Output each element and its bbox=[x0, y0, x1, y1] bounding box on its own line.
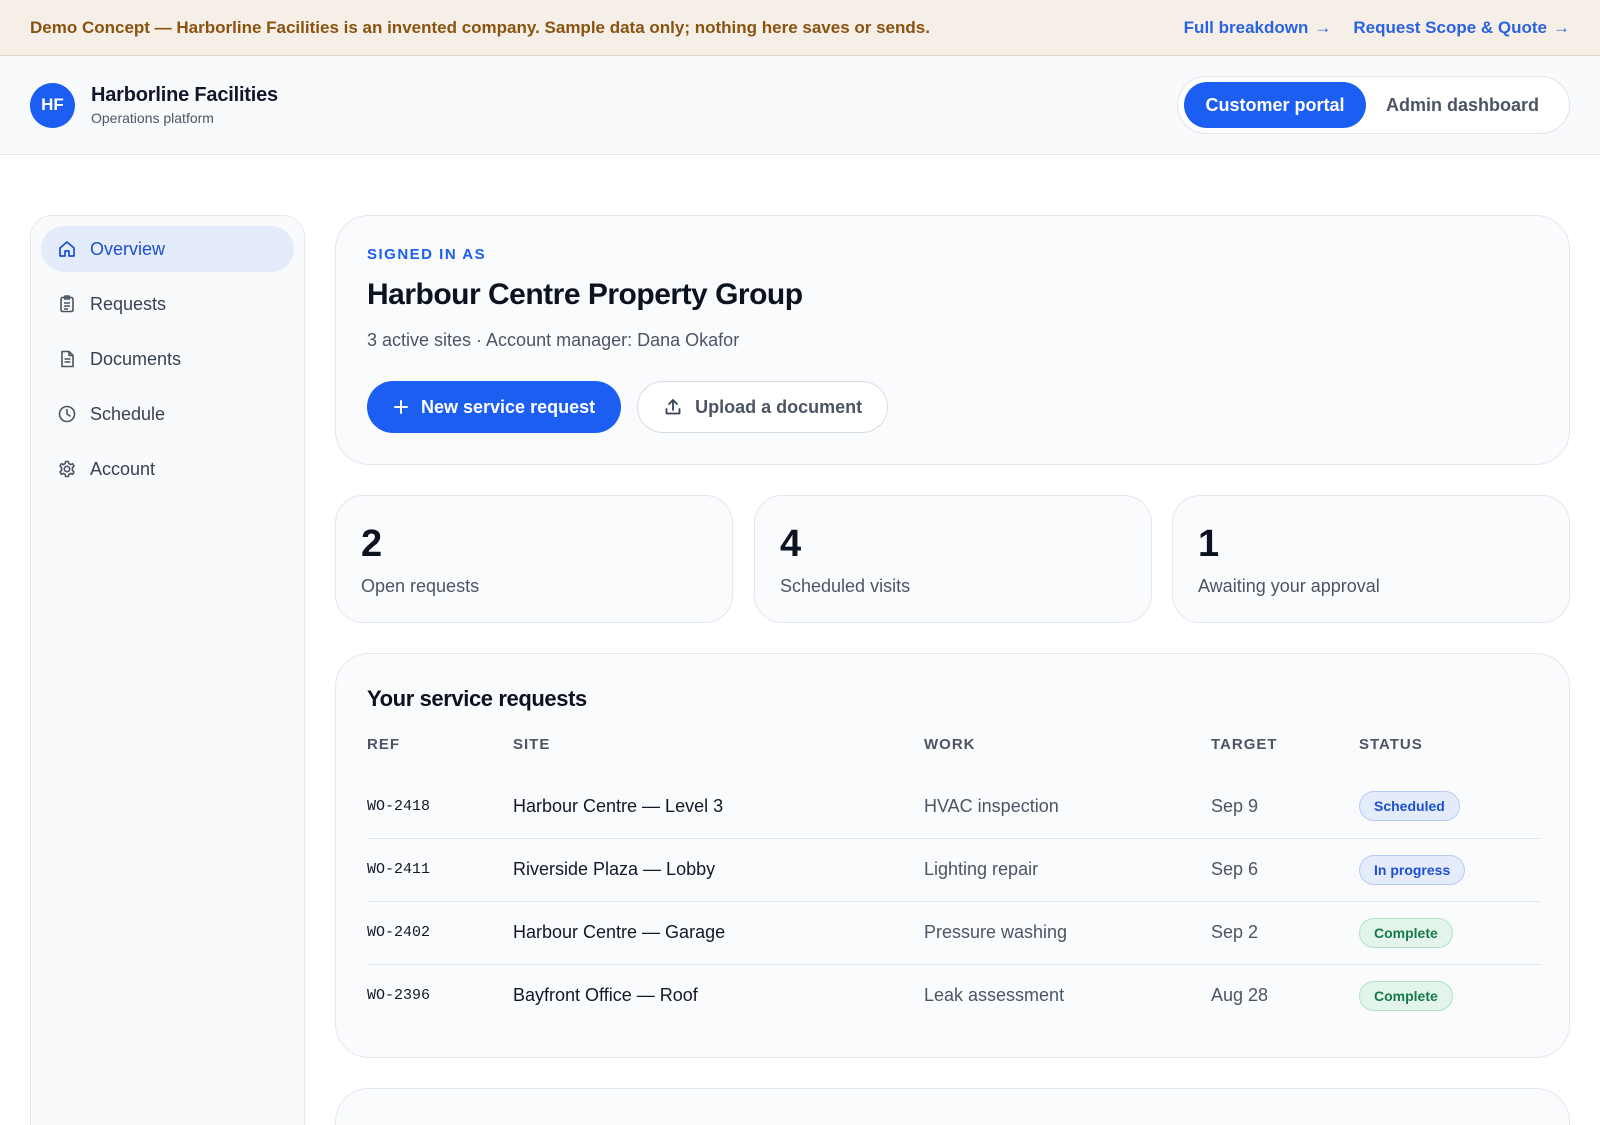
stat-scheduled-visits: 4 Scheduled visits bbox=[754, 495, 1152, 623]
request-target: Aug 28 bbox=[1211, 985, 1269, 1006]
table-header-row: REF SITE WORK TARGET STATUS bbox=[367, 736, 1541, 775]
status-badge: Scheduled bbox=[1359, 791, 1460, 822]
column-header-target: TARGET bbox=[1211, 736, 1278, 753]
request-status-cell: Complete bbox=[1359, 901, 1541, 965]
new-service-request-label: New service request bbox=[421, 396, 596, 417]
signed-in-label: SIGNED IN AS bbox=[367, 246, 487, 263]
request-work: HVAC inspection bbox=[924, 775, 1211, 839]
column-header-site: SITE bbox=[513, 736, 551, 753]
sidebar-item-label: Documents bbox=[90, 348, 182, 369]
request-site: Riverside Plaza — Lobby bbox=[513, 838, 924, 902]
plus-icon bbox=[393, 399, 409, 415]
sidebar-item-schedule[interactable]: Schedule bbox=[41, 391, 294, 437]
service-requests-card: Your service requests REF SITE WORK TARG… bbox=[335, 653, 1570, 1058]
full-breakdown-label: Full breakdown bbox=[1183, 17, 1309, 37]
request-status-cell: Scheduled bbox=[1359, 775, 1541, 839]
arrow-right-icon: → bbox=[1314, 17, 1332, 37]
brand-logo: HF bbox=[30, 82, 75, 128]
company-name: Harbour Centre Property Group bbox=[367, 278, 803, 311]
home-icon bbox=[56, 238, 78, 260]
sidebar-item-label: Account bbox=[90, 458, 156, 479]
account-actions: New service request Upload a document bbox=[367, 381, 1538, 433]
stat-value: 4 bbox=[780, 523, 802, 565]
sidebar-item-account[interactable]: Account bbox=[41, 446, 294, 492]
request-target: Sep 9 bbox=[1211, 775, 1359, 839]
sidebar-item-overview[interactable]: Overview bbox=[41, 226, 294, 272]
banner-text: Demo Concept — Harborline Facilities is … bbox=[30, 17, 930, 37]
table-row[interactable]: WO-2418 Harbour Centre — Level 3 HVAC in… bbox=[367, 775, 1541, 839]
document-icon bbox=[56, 348, 78, 370]
request-work: Leak assessment bbox=[924, 985, 1065, 1006]
section-title: Your service requests bbox=[367, 686, 587, 711]
status-badge: Complete bbox=[1359, 980, 1453, 1011]
request-target: Sep 2 bbox=[1211, 901, 1359, 965]
request-ref: WO-2402 bbox=[367, 901, 513, 965]
admin-dashboard-tab[interactable]: Admin dashboard bbox=[1366, 82, 1559, 128]
service-requests-table: REF SITE WORK TARGET STATUS WO-2418 Harb… bbox=[367, 736, 1541, 1027]
request-quote-label: Request Scope & Quote bbox=[1353, 17, 1547, 37]
next-section-card bbox=[335, 1088, 1570, 1125]
stat-awaiting-approval: 1 Awaiting your approval bbox=[1172, 495, 1570, 623]
status-badge: Complete bbox=[1359, 917, 1453, 948]
clipboard-icon bbox=[56, 293, 78, 315]
brand: Harborline Facilities Operations platfor… bbox=[91, 84, 1177, 126]
app-header: HF Harborline Facilities Operations plat… bbox=[0, 56, 1600, 155]
sidebar: Overview Requests Documents Schedule Acc… bbox=[30, 215, 305, 1125]
request-target: Sep 6 bbox=[1211, 838, 1359, 902]
request-site: Harbour Centre — Level 3 bbox=[513, 775, 924, 839]
request-work: Lighting repair bbox=[924, 838, 1211, 902]
request-status-cell: In progress bbox=[1359, 838, 1541, 902]
request-ref: WO-2411 bbox=[367, 838, 513, 902]
clock-icon bbox=[56, 403, 78, 425]
column-header-work: WORK bbox=[924, 736, 976, 753]
sidebar-item-documents[interactable]: Documents bbox=[41, 336, 294, 382]
sidebar-item-label: Overview bbox=[90, 238, 166, 259]
stat-label: Open requests bbox=[361, 576, 480, 596]
request-ref: WO-2396 bbox=[367, 987, 431, 1005]
full-breakdown-link[interactable]: Full breakdown → bbox=[1184, 18, 1332, 38]
table-row[interactable]: WO-2411 Riverside Plaza — Lobby Lighting… bbox=[367, 838, 1541, 902]
account-meta: 3 active sites · Account manager: Dana O… bbox=[367, 330, 740, 350]
demo-banner: Demo Concept — Harborline Facilities is … bbox=[0, 0, 1600, 56]
table-row[interactable]: WO-2402 Harbour Centre — Garage Pressure… bbox=[367, 901, 1541, 965]
new-service-request-button[interactable]: New service request bbox=[367, 381, 622, 433]
request-work: Pressure washing bbox=[924, 901, 1211, 965]
column-header-status: STATUS bbox=[1359, 736, 1423, 753]
upload-icon bbox=[663, 397, 683, 417]
sidebar-item-requests[interactable]: Requests bbox=[41, 281, 294, 327]
gear-icon bbox=[56, 458, 78, 480]
customer-portal-tab[interactable]: Customer portal bbox=[1184, 82, 1366, 128]
sidebar-item-label: Schedule bbox=[90, 403, 166, 424]
arrow-right-icon: → bbox=[1553, 17, 1570, 37]
upload-document-button[interactable]: Upload a document bbox=[637, 381, 889, 433]
column-header-ref: REF bbox=[367, 736, 400, 753]
request-quote-link[interactable]: Request Scope & Quote → bbox=[1353, 18, 1570, 38]
stat-label: Scheduled visits bbox=[780, 576, 911, 596]
status-badge: In progress bbox=[1359, 854, 1466, 885]
brand-subtitle: Operations platform bbox=[91, 110, 214, 126]
stat-value: 2 bbox=[361, 523, 383, 565]
request-status-cell: Complete bbox=[1359, 964, 1541, 1027]
stat-open-requests: 2 Open requests bbox=[335, 495, 733, 623]
request-ref: WO-2418 bbox=[367, 775, 513, 839]
request-site: Harbour Centre — Garage bbox=[513, 901, 924, 965]
sidebar-item-label: Requests bbox=[90, 293, 167, 314]
stat-value: 1 bbox=[1198, 523, 1220, 565]
stat-label: Awaiting your approval bbox=[1198, 576, 1380, 596]
account-card: SIGNED IN AS Harbour Centre Property Gro… bbox=[335, 215, 1570, 465]
brand-name: Harborline Facilities bbox=[91, 84, 278, 106]
table-row[interactable]: WO-2396 Bayfront Office — Roof Leak asse… bbox=[367, 964, 1541, 1027]
request-site: Bayfront Office — Roof bbox=[513, 985, 698, 1006]
portal-toggle: Customer portal Admin dashboard bbox=[1177, 76, 1570, 134]
upload-document-label: Upload a document bbox=[695, 396, 863, 417]
